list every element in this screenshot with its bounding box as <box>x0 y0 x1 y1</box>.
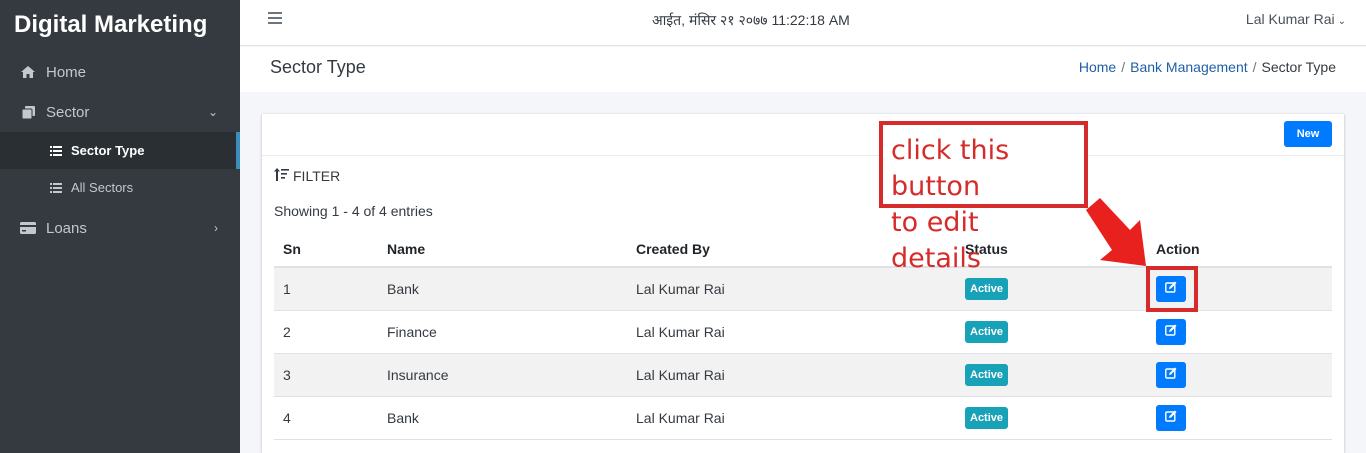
cell-sn: 3 <box>274 353 378 397</box>
table-header-row: Sn Name Created By Status Action <box>274 232 1332 268</box>
sidebar-item-loans[interactable]: Loans › <box>0 208 240 248</box>
annotation-highlight-box <box>1146 266 1198 312</box>
brand-title[interactable]: Digital Marketing <box>0 0 240 50</box>
table-row: 4 Bank Lal Kumar Rai Active <box>274 396 1332 440</box>
cell-name: Bank <box>378 267 627 311</box>
current-datetime: आईत, मंसिर २१ २०७७ 11:22:18 AM <box>652 12 850 28</box>
cell-action <box>1147 310 1332 354</box>
filter-toggle[interactable]: FILTER <box>274 168 340 184</box>
sidebar-subitem-label: All Sectors <box>71 180 134 195</box>
sidebar-subitem-label: Sector Type <box>71 143 145 158</box>
cell-sn: 4 <box>274 396 378 440</box>
filter-label: FILTER <box>293 168 341 184</box>
breadcrumb-home[interactable]: Home <box>1079 59 1116 75</box>
entries-info: Showing 1 - 4 of 4 entries <box>274 203 433 219</box>
column-header-sn[interactable]: Sn <box>274 232 378 268</box>
sidebar: Digital Marketing Home Sector ⌄ Sector T… <box>0 0 240 453</box>
cell-created-by: Lal Kumar Rai <box>627 396 956 440</box>
annotation-line-1: click this button <box>891 135 1010 202</box>
edit-button[interactable] <box>1156 361 1186 388</box>
list-icon <box>50 145 64 157</box>
credit-card-icon <box>20 220 36 236</box>
cell-status: Active <box>956 353 1147 397</box>
card-header: New <box>262 114 1344 156</box>
sidebar-item-label: Sector <box>46 103 90 121</box>
status-badge: Active <box>965 320 1009 343</box>
status-badge: Active <box>965 277 1009 300</box>
sidebar-item-home[interactable]: Home <box>0 52 240 92</box>
breadcrumb: Home / Bank Management / Sector Type <box>1079 59 1336 75</box>
menu-toggle-icon[interactable] <box>268 12 282 24</box>
breadcrumb-bank-management[interactable]: Bank Management <box>1130 59 1248 75</box>
edit-button[interactable] <box>1156 404 1186 431</box>
user-menu[interactable]: Lal Kumar Rai ⌄ <box>1246 11 1346 27</box>
breadcrumb-separator: / <box>1252 59 1257 75</box>
cell-status: Active <box>956 310 1147 354</box>
cell-name: Bank <box>378 396 627 440</box>
annotation-line-2: to edit details <box>891 207 981 274</box>
chevron-down-icon: ⌄ <box>1337 16 1346 27</box>
edit-icon <box>1165 324 1177 339</box>
cell-action <box>1147 353 1332 397</box>
sidebar-item-sector[interactable]: Sector ⌄ <box>0 92 240 132</box>
annotation-callout: click this button to edit details <box>879 121 1088 274</box>
table-row: 3 Insurance Lal Kumar Rai Active <box>274 353 1332 397</box>
table-row: 2 Finance Lal Kumar Rai Active <box>274 310 1332 354</box>
new-button[interactable]: New <box>1284 121 1332 147</box>
list-icon <box>50 182 64 194</box>
cell-name: Finance <box>378 310 627 354</box>
sidebar-subitem-all-sectors[interactable]: All Sectors <box>0 169 240 206</box>
status-badge: Active <box>965 406 1009 429</box>
cell-created-by: Lal Kumar Rai <box>627 310 956 354</box>
cell-action <box>1147 396 1332 440</box>
sidebar-subitem-sector-type[interactable]: Sector Type <box>0 132 240 169</box>
top-navbar: आईत, मंसिर २१ २०७७ 11:22:18 AM Lal Kumar… <box>240 0 1366 46</box>
chevron-right-icon: › <box>214 221 218 235</box>
page-title: Sector Type <box>270 57 366 77</box>
annotation-arrow-icon <box>1086 198 1146 266</box>
edit-button[interactable] <box>1156 318 1186 345</box>
cell-sn: 1 <box>274 267 378 311</box>
breadcrumb-separator: / <box>1121 59 1126 75</box>
column-header-action: Action <box>1147 232 1332 268</box>
cell-status: Active <box>956 396 1147 440</box>
sort-filter-icon <box>274 168 289 184</box>
sidebar-item-label: Home <box>46 63 87 81</box>
home-icon <box>20 64 36 80</box>
sector-type-table: Sn Name Created By Status Action 1 Bank … <box>274 232 1332 440</box>
edit-icon <box>1165 367 1177 382</box>
cell-name: Insurance <box>378 353 627 397</box>
cell-created-by: Lal Kumar Rai <box>627 353 956 397</box>
breadcrumb-current: Sector Type <box>1261 59 1336 75</box>
user-name: Lal Kumar Rai <box>1245 11 1335 27</box>
chevron-down-icon: ⌄ <box>207 105 218 119</box>
status-badge: Active <box>965 363 1009 386</box>
cell-sn: 2 <box>274 310 378 354</box>
sidebar-item-label: Loans <box>46 219 87 237</box>
copy-icon <box>20 104 36 120</box>
edit-icon <box>1165 410 1177 425</box>
content-header: Sector Type Home / Bank Management / Sector … <box>240 47 1366 92</box>
column-header-name[interactable]: Name <box>378 232 627 268</box>
